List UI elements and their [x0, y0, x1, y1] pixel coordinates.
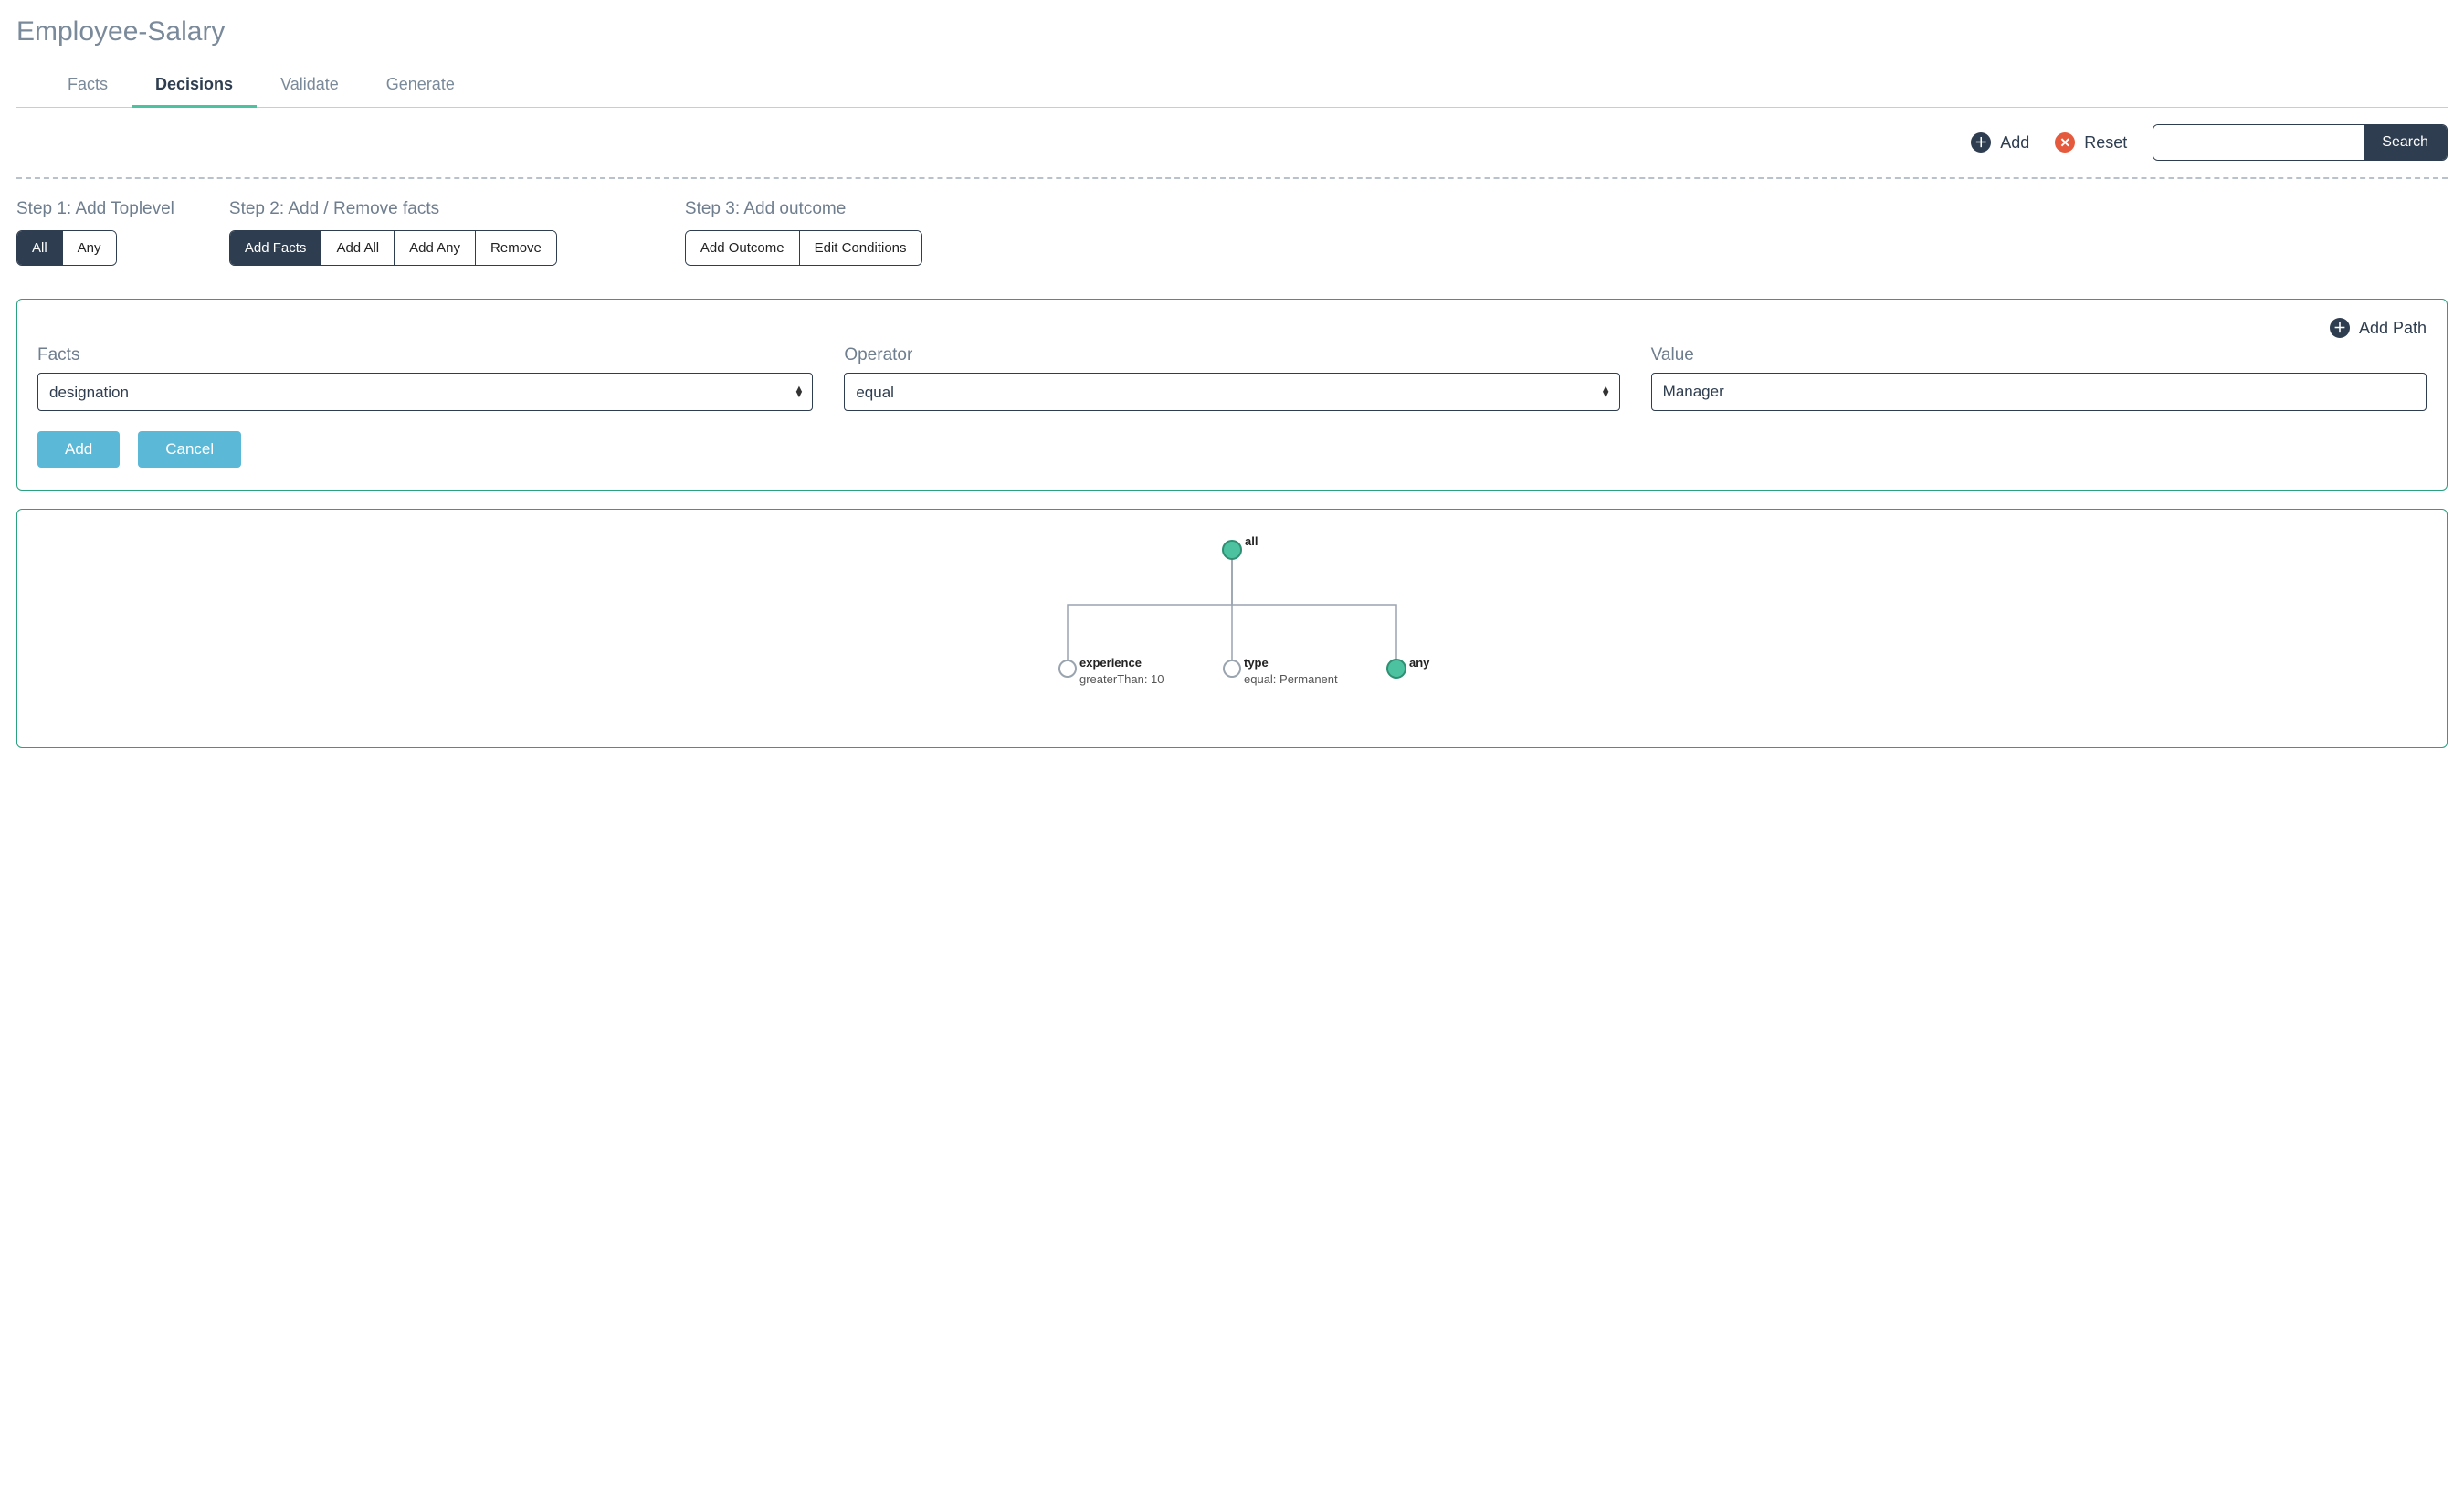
step1-title: Step 1: Add Toplevel	[16, 199, 174, 219]
step2-block: Step 2: Add / Remove facts Add Facts Add…	[229, 199, 557, 266]
step2-btn-group: Add Facts Add All Add Any Remove	[229, 230, 557, 266]
value-input[interactable]	[1651, 373, 2427, 411]
step3-editconditions-button[interactable]: Edit Conditions	[799, 231, 921, 265]
reset-action[interactable]: ✕ Reset	[2055, 132, 2127, 153]
step3-block: Step 3: Add outcome Add Outcome Edit Con…	[685, 199, 922, 266]
step2-addany-button[interactable]: Add Any	[394, 231, 475, 265]
add-path-label: Add Path	[2359, 319, 2427, 338]
value-label: Value	[1651, 345, 2427, 365]
search-button[interactable]: Search	[2364, 125, 2447, 160]
tree-child2-fact: any	[1409, 656, 1430, 670]
add-fact-panel: ＋ Add Path Facts designation ▲▼ Operator…	[16, 299, 2448, 491]
step1-btn-group: All Any	[16, 230, 117, 266]
tree-child1-fact: type	[1244, 656, 1269, 670]
search-input[interactable]	[2153, 125, 2364, 160]
step3-title: Step 3: Add outcome	[685, 199, 922, 219]
page-title: Employee-Salary	[16, 16, 2448, 47]
tree-child0-detail: greaterThan: 10	[1079, 672, 1164, 686]
form-row: Facts designation ▲▼ Operator equal ▲▼ V…	[37, 345, 2427, 411]
operator-col: Operator equal ▲▼	[844, 345, 1619, 411]
step2-remove-button[interactable]: Remove	[475, 231, 556, 265]
plus-icon: ＋	[1971, 132, 1991, 153]
toolbar: ＋ Add ✕ Reset Search	[16, 108, 2448, 179]
add-button[interactable]: Add	[37, 431, 120, 468]
add-label: Add	[2000, 133, 2029, 153]
tab-validate[interactable]: Validate	[257, 64, 363, 107]
tree-node-child-1[interactable]	[1224, 660, 1240, 677]
tab-decisions[interactable]: Decisions	[132, 64, 257, 107]
step1-any-button[interactable]: Any	[62, 231, 116, 265]
facts-label: Facts	[37, 345, 813, 365]
search-wrap: Search	[2153, 124, 2448, 161]
step1-all-button[interactable]: All	[17, 231, 62, 265]
step3-addoutcome-button[interactable]: Add Outcome	[686, 231, 799, 265]
reset-label: Reset	[2084, 133, 2127, 153]
facts-col: Facts designation ▲▼	[37, 345, 813, 411]
close-icon: ✕	[2055, 132, 2075, 153]
plus-icon: ＋	[2330, 318, 2350, 338]
tree-child1-detail: equal: Permanent	[1244, 672, 1338, 686]
step1-block: Step 1: Add Toplevel All Any	[16, 199, 174, 266]
tab-generate[interactable]: Generate	[363, 64, 479, 107]
tab-facts[interactable]: Facts	[44, 64, 132, 107]
tree-node-child-2[interactable]	[1387, 660, 1406, 678]
tree-node-root[interactable]	[1223, 541, 1241, 559]
step2-addfacts-button[interactable]: Add Facts	[230, 231, 321, 265]
operator-select[interactable]: equal	[844, 373, 1619, 411]
tree-root-label: all	[1245, 534, 1258, 548]
add-action[interactable]: ＋ Add	[1971, 132, 2029, 153]
decision-tree: all experience greaterThan: 10 type equa…	[821, 522, 1643, 733]
steps-row: Step 1: Add Toplevel All Any Step 2: Add…	[16, 179, 2448, 275]
facts-select[interactable]: designation	[37, 373, 813, 411]
tree-panel: all experience greaterThan: 10 type equa…	[16, 509, 2448, 748]
cancel-button[interactable]: Cancel	[138, 431, 241, 468]
step2-addall-button[interactable]: Add All	[321, 231, 394, 265]
step2-title: Step 2: Add / Remove facts	[229, 199, 557, 219]
tree-child0-fact: experience	[1079, 656, 1142, 670]
step3-btn-group: Add Outcome Edit Conditions	[685, 230, 922, 266]
operator-label: Operator	[844, 345, 1619, 365]
panel-actions: Add Cancel	[37, 431, 2427, 468]
tabs: Facts Decisions Validate Generate	[16, 64, 2448, 108]
tree-node-child-0[interactable]	[1059, 660, 1076, 677]
value-col: Value	[1651, 345, 2427, 411]
add-path-action[interactable]: ＋ Add Path	[37, 318, 2427, 338]
